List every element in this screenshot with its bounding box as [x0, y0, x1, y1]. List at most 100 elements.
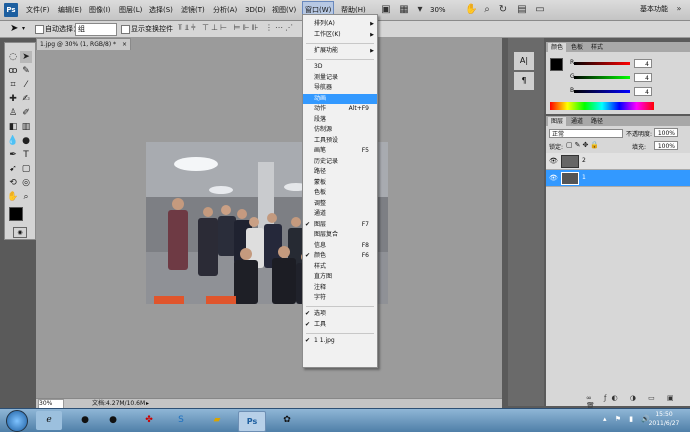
zoom-tool-icon[interactable]: ⌕: [481, 4, 493, 16]
guides-icon[interactable]: ▦: [398, 4, 410, 16]
tab-styles[interactable]: 样式: [588, 43, 606, 52]
foreground-color-swatch[interactable]: [9, 207, 23, 221]
menu-3d[interactable]: 3D(D): [245, 0, 266, 20]
menu-edit[interactable]: 编辑(E): [58, 0, 82, 20]
menu-analysis[interactable]: 分析(A): [213, 0, 237, 20]
3d-orbit-icon[interactable]: ◎: [20, 177, 32, 189]
ie-browser-icon[interactable]: ℯ: [36, 411, 62, 430]
menu-item-navigator[interactable]: 导航器: [303, 83, 377, 93]
channel-g-value[interactable]: 4: [634, 73, 652, 82]
quick-select-icon[interactable]: ✎: [20, 65, 32, 77]
menu-image[interactable]: 图像(I): [89, 0, 111, 20]
clone-stamp-icon[interactable]: ♙: [7, 107, 19, 119]
eye-icon[interactable]: 👁: [549, 157, 558, 165]
menu-layer[interactable]: 图层(L): [119, 0, 142, 20]
layer-row[interactable]: 👁 1: [546, 170, 690, 187]
document-tab[interactable]: 1.jpg @ 30% (1, RGB/8) * ×: [36, 38, 131, 50]
quick-mask-icon[interactable]: ◉: [13, 227, 27, 238]
photoshop-taskbar-icon[interactable]: Ps: [238, 411, 266, 432]
tab-channels[interactable]: 通道: [568, 117, 586, 126]
zoom-level[interactable]: 30%: [430, 0, 446, 20]
workspace-switcher[interactable]: 基本功能: [636, 3, 672, 16]
menu-item-actions[interactable]: 动作 Alt+F9: [303, 104, 377, 114]
unicom-icon[interactable]: ✤: [136, 411, 162, 430]
paint-icon[interactable]: ✿: [274, 411, 300, 430]
menu-item-brushes[interactable]: 画笔 F5: [303, 146, 377, 156]
shape-tool-icon[interactable]: ▢: [20, 163, 32, 175]
channel-r-value[interactable]: 4: [634, 59, 652, 68]
start-button-icon[interactable]: [6, 410, 28, 432]
sogou-icon[interactable]: S: [168, 411, 194, 430]
menu-item-tool-presets[interactable]: 工具预设: [303, 136, 377, 146]
folder-icon[interactable]: ▰: [204, 411, 230, 430]
clock-time[interactable]: 15:50: [650, 411, 678, 418]
tab-swatches[interactable]: 色板: [568, 43, 586, 52]
path-select-icon[interactable]: ➹: [7, 163, 19, 175]
channel-b-value[interactable]: 4: [634, 87, 652, 96]
move-tool-icon[interactable]: ➤: [10, 23, 18, 34]
menu-item-3d[interactable]: 3D: [303, 62, 377, 72]
eraser-tool-icon[interactable]: ◧: [7, 121, 19, 133]
menu-item-clone-source[interactable]: 仿制源: [303, 125, 377, 135]
zoom-tool-icon[interactable]: ⌕: [20, 191, 32, 203]
menu-item-options[interactable]: ✔ 选项: [303, 309, 377, 319]
clock-date[interactable]: 2011/6/27: [644, 420, 684, 427]
blend-mode-dropdown[interactable]: 正常: [549, 129, 623, 138]
dodge-tool-icon[interactable]: ●: [20, 135, 32, 147]
eyedropper-icon[interactable]: ⁄: [20, 79, 32, 91]
3d-rotate-icon[interactable]: ⟲: [7, 177, 19, 189]
menu-item-open-document[interactable]: ✔ 1 1.jpg: [303, 336, 377, 346]
menu-filter[interactable]: 滤镜(T): [181, 0, 205, 20]
menu-item-animation[interactable]: 动画: [303, 93, 377, 104]
menu-item-character[interactable]: 字符: [303, 293, 377, 303]
menu-item-workspace[interactable]: 工作区(K) ▶: [303, 30, 377, 40]
menu-item-extensions[interactable]: 扩展功能 ▶: [303, 46, 377, 56]
menu-item-paths[interactable]: 路径: [303, 167, 377, 177]
close-icon[interactable]: ×: [122, 41, 127, 48]
layer-name[interactable]: 2: [582, 157, 586, 164]
gradient-tool-icon[interactable]: ▥: [20, 121, 32, 133]
pen-tool-icon[interactable]: ✒: [7, 149, 19, 161]
zoom-level-icon[interactable]: ▾: [414, 4, 426, 16]
menu-item-info[interactable]: 信息 F8: [303, 241, 377, 251]
qq-icon[interactable]: ●: [72, 411, 98, 430]
menu-item-histogram[interactable]: 直方图: [303, 272, 377, 282]
type-tool-icon[interactable]: T: [20, 149, 32, 161]
auto-select-checkbox[interactable]: [35, 25, 44, 34]
menu-item-swatches[interactable]: 色板: [303, 188, 377, 198]
menu-item-layer-comps[interactable]: 图层复合: [303, 230, 377, 240]
menu-item-measurement-log[interactable]: 测量记录: [303, 73, 377, 83]
hand-tool-icon[interactable]: ✋: [465, 4, 477, 16]
history-brush-icon[interactable]: ✐: [20, 107, 32, 119]
menu-item-masks[interactable]: 蒙板: [303, 178, 377, 188]
healing-brush-icon[interactable]: ✚: [7, 93, 19, 105]
menu-item-history[interactable]: 历史记录: [303, 157, 377, 167]
move-tool-icon[interactable]: ➤: [20, 51, 32, 63]
menu-item-arrange[interactable]: 排列(A) ▶: [303, 19, 377, 29]
show-transform-checkbox[interactable]: [121, 25, 130, 34]
rotate-view-icon[interactable]: ↻: [497, 4, 509, 16]
screen-mode-icon[interactable]: ▭: [534, 4, 546, 16]
bridge-icon[interactable]: ▣: [380, 4, 392, 16]
tab-layers[interactable]: 图层: [548, 117, 567, 126]
opacity-value[interactable]: 100%: [654, 128, 678, 137]
menu-select[interactable]: 选择(S): [149, 0, 173, 20]
channel-b-slider[interactable]: [574, 90, 630, 93]
menu-item-notes[interactable]: 注释: [303, 283, 377, 293]
menu-item-paragraph[interactable]: 段落: [303, 115, 377, 125]
tab-paths[interactable]: 路径: [588, 117, 606, 126]
arrange-documents-icon[interactable]: ▤: [516, 4, 528, 16]
menu-item-layers[interactable]: ✔ 图层 F7: [303, 220, 377, 230]
color-fg-swatch[interactable]: [550, 58, 563, 71]
photoshop-logo[interactable]: Ps: [4, 3, 18, 17]
lock-icons[interactable]: ▢✎✥🔒: [566, 141, 601, 149]
crop-tool-icon[interactable]: ⌗: [7, 79, 19, 91]
menu-item-adjustments[interactable]: 调整: [303, 199, 377, 209]
brush-tool-icon[interactable]: ✍: [20, 93, 32, 105]
marquee-tool-icon[interactable]: ◌: [7, 51, 19, 63]
menu-item-styles[interactable]: 样式: [303, 262, 377, 272]
menu-view[interactable]: 视图(V): [272, 0, 296, 20]
layer-row[interactable]: 👁 2: [546, 153, 690, 170]
channel-g-slider[interactable]: [574, 76, 630, 79]
chevron-down-icon[interactable]: ▾: [22, 25, 25, 32]
